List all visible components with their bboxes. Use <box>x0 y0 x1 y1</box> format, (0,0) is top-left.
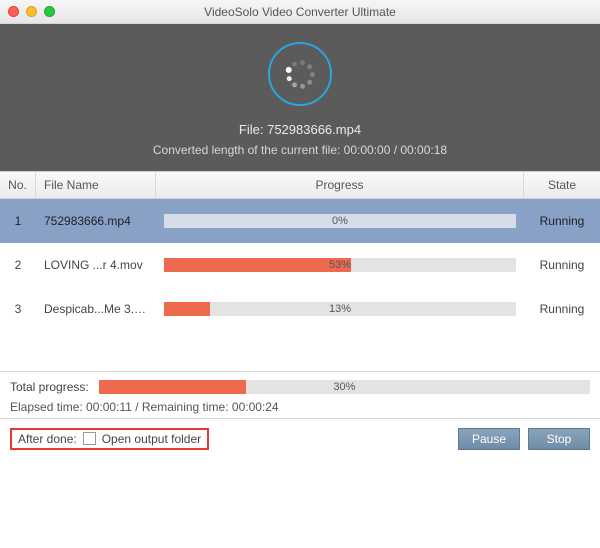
open-output-folder-checkbox[interactable] <box>83 432 96 445</box>
row-no: 3 <box>0 302 36 316</box>
row-no: 2 <box>0 258 36 272</box>
pause-button[interactable]: Pause <box>458 428 520 450</box>
row-filename: Despicab...Me 3.avi <box>36 302 156 316</box>
current-file-label: File: 752983666.mp4 <box>0 122 600 137</box>
row-progress: 13% <box>156 302 524 316</box>
after-done-group: After done: Open output folder <box>10 428 209 450</box>
col-progress: Progress <box>156 172 524 198</box>
col-name: File Name <box>36 172 156 198</box>
window-title: VideoSolo Video Converter Ultimate <box>0 5 600 19</box>
row-progress: 0% <box>156 214 524 228</box>
spinner-ring <box>268 42 332 106</box>
col-state: State <box>524 172 600 198</box>
table-row[interactable]: 3Despicab...Me 3.avi13%Running <box>0 287 600 331</box>
elapsed-remaining-label: Elapsed time: 00:00:11 / Remaining time:… <box>10 400 590 414</box>
row-filename: LOVING ...r 4.mov <box>36 258 156 272</box>
total-progress-bar: 30% <box>99 380 590 394</box>
minimize-icon[interactable] <box>26 6 37 17</box>
spinner-icon <box>284 58 316 90</box>
bottom-bar: After done: Open output folder Pause Sto… <box>0 418 600 458</box>
total-progress-pct: 30% <box>99 380 590 394</box>
after-done-label: After done: <box>18 432 77 446</box>
footer-summary: Total progress: 30% Elapsed time: 00:00:… <box>0 371 600 418</box>
table-row[interactable]: 2LOVING ...r 4.mov53%Running <box>0 243 600 287</box>
row-state: Running <box>524 302 600 316</box>
col-no: No. <box>0 172 36 198</box>
converted-length-label: Converted length of the current file: 00… <box>0 143 600 157</box>
table-row[interactable]: 1752983666.mp40%Running <box>0 199 600 243</box>
row-no: 1 <box>0 214 36 228</box>
row-progress: 53% <box>156 258 524 272</box>
stop-button[interactable]: Stop <box>528 428 590 450</box>
open-output-folder-label: Open output folder <box>102 432 201 446</box>
conversion-hero: File: 752983666.mp4 Converted length of … <box>0 24 600 171</box>
table-header: No. File Name Progress State <box>0 171 600 199</box>
file-list: 1752983666.mp40%Running2LOVING ...r 4.mo… <box>0 199 600 331</box>
close-icon[interactable] <box>8 6 19 17</box>
row-state: Running <box>524 258 600 272</box>
titlebar: VideoSolo Video Converter Ultimate <box>0 0 600 24</box>
row-filename: 752983666.mp4 <box>36 214 156 228</box>
window-controls <box>8 6 55 17</box>
row-state: Running <box>524 214 600 228</box>
total-progress-label: Total progress: <box>10 380 89 394</box>
zoom-icon[interactable] <box>44 6 55 17</box>
